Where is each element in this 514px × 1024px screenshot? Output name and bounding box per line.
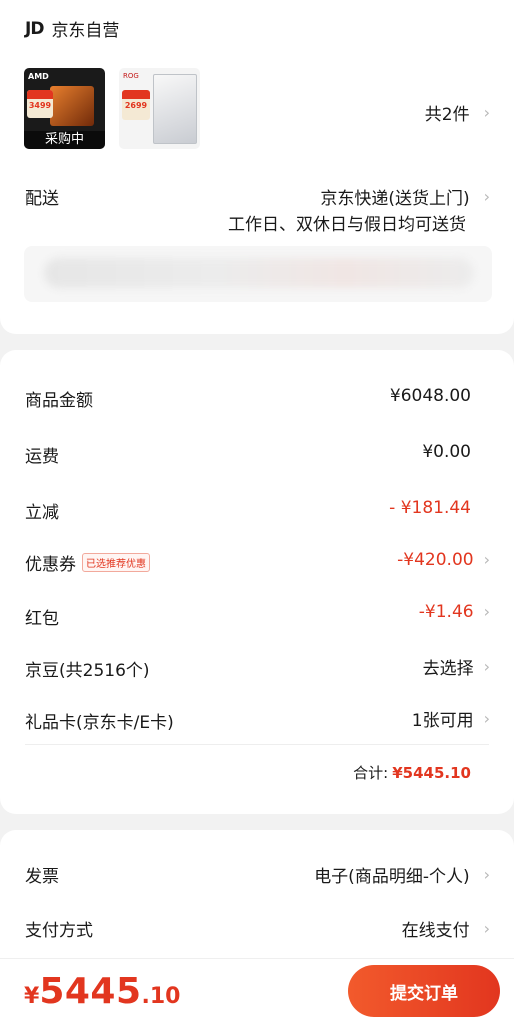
giftcard-label: 礼品卡(京东卡/E卡) — [25, 713, 174, 733]
invoice-selector[interactable]: 电子(商品明细-个人) › — [314, 862, 490, 887]
coupon-value: -¥420.00 — [397, 550, 474, 570]
discount-label: 立减 — [25, 503, 59, 523]
jd-logo-icon: JD — [25, 18, 44, 39]
submit-order-button[interactable]: 提交订单 — [348, 965, 500, 1017]
amd-brand-icon: AMD — [28, 72, 49, 81]
giftcard-value: 1张可用 — [411, 711, 474, 731]
cpu-box-image — [50, 86, 94, 126]
redpacket-value: -¥1.46 — [418, 602, 474, 622]
final-price-decimal: .10 — [141, 984, 181, 1009]
payment-label: 支付方式 — [25, 921, 93, 941]
divider — [25, 744, 489, 745]
payment-selector[interactable]: 在线支付 › — [402, 916, 490, 941]
purchasing-overlay: 采购中 — [24, 131, 105, 149]
chevron-right-icon: › — [483, 656, 490, 676]
final-price-currency: ¥ — [24, 984, 40, 1009]
coupon-recommended-badge: 已选推荐优惠 — [82, 553, 150, 572]
redpacket-label: 红包 — [25, 609, 59, 629]
product-thumbnail-motherboard[interactable]: ROG 2699 — [119, 68, 200, 149]
coupon-row-label: 优惠券 已选推荐优惠 — [25, 550, 150, 575]
price-tag-text: 2699 — [124, 101, 148, 110]
item-count-link[interactable]: 共2件 › — [425, 100, 490, 125]
chevron-right-icon: › — [483, 550, 490, 569]
total-label: 合计: — [353, 764, 389, 782]
order-items-card: JD 京东自营 AMD 3499 采购中 ROG 2699 共2件 › 配送 京… — [0, 0, 514, 334]
delivery-schedule: 工作日、双休日与假日均可送货 — [228, 215, 466, 235]
delivery-label: 配送 — [25, 189, 59, 209]
invoice-value: 电子(商品明细-个人) — [314, 867, 470, 887]
chevron-right-icon: › — [483, 708, 490, 728]
delivery-method: 京东快递(送货上门) — [320, 189, 470, 209]
payment-value: 在线支付 — [401, 921, 470, 941]
goods-amount-value: ¥6048.00 — [389, 386, 471, 406]
delivery-selector[interactable]: 京东快递(送货上门) › — [320, 184, 490, 209]
price-tag-badge: 2699 — [122, 90, 150, 120]
jingdou-label: 京豆(共2516个) — [25, 661, 150, 681]
chevron-right-icon: › — [483, 186, 490, 206]
freight-label: 运费 — [25, 447, 59, 467]
chevron-right-icon: › — [483, 102, 490, 122]
total-row: 合计: ¥5445.10 — [353, 762, 471, 783]
discount-value: - ¥181.44 — [389, 498, 471, 518]
store-name: 京东自营 — [51, 21, 120, 41]
price-tag-text: 3499 — [28, 101, 52, 110]
chevron-right-icon: › — [483, 918, 490, 938]
price-tag-badge: 3499 — [27, 90, 53, 118]
rog-brand-icon: ROG — [123, 72, 139, 80]
total-value: ¥5445.10 — [392, 764, 471, 782]
store-header: JD 京东自营 — [25, 16, 120, 42]
final-price: ¥ 5445 .10 — [24, 971, 181, 1012]
blurred-address — [44, 258, 474, 288]
redpacket-selector[interactable]: -¥1.46 › — [419, 602, 490, 622]
chevron-right-icon: › — [483, 602, 490, 621]
giftcard-selector[interactable]: 1张可用 › — [412, 706, 490, 731]
item-count-label: 共2件 — [424, 105, 470, 125]
chevron-right-icon: › — [483, 864, 490, 884]
checkout-bar: ¥ 5445 .10 提交订单 — [0, 958, 514, 1024]
coupon-selector[interactable]: -¥420.00 › — [397, 550, 490, 570]
motherboard-image — [153, 74, 197, 144]
price-summary-card: 商品金额 ¥6048.00 运费 ¥0.00 立减 - ¥181.44 优惠券 … — [0, 350, 514, 814]
coupon-label: 优惠券 — [25, 555, 76, 575]
jingdou-value: 去选择 — [422, 659, 474, 679]
final-price-integer: 5445 — [39, 971, 142, 1012]
goods-amount-label: 商品金额 — [25, 391, 93, 411]
freight-value: ¥0.00 — [422, 442, 471, 462]
address-box[interactable] — [24, 246, 492, 302]
jingdou-selector[interactable]: 去选择 › — [423, 654, 490, 679]
product-thumbnail-cpu[interactable]: AMD 3499 采购中 — [24, 68, 105, 149]
invoice-label: 发票 — [25, 867, 59, 887]
